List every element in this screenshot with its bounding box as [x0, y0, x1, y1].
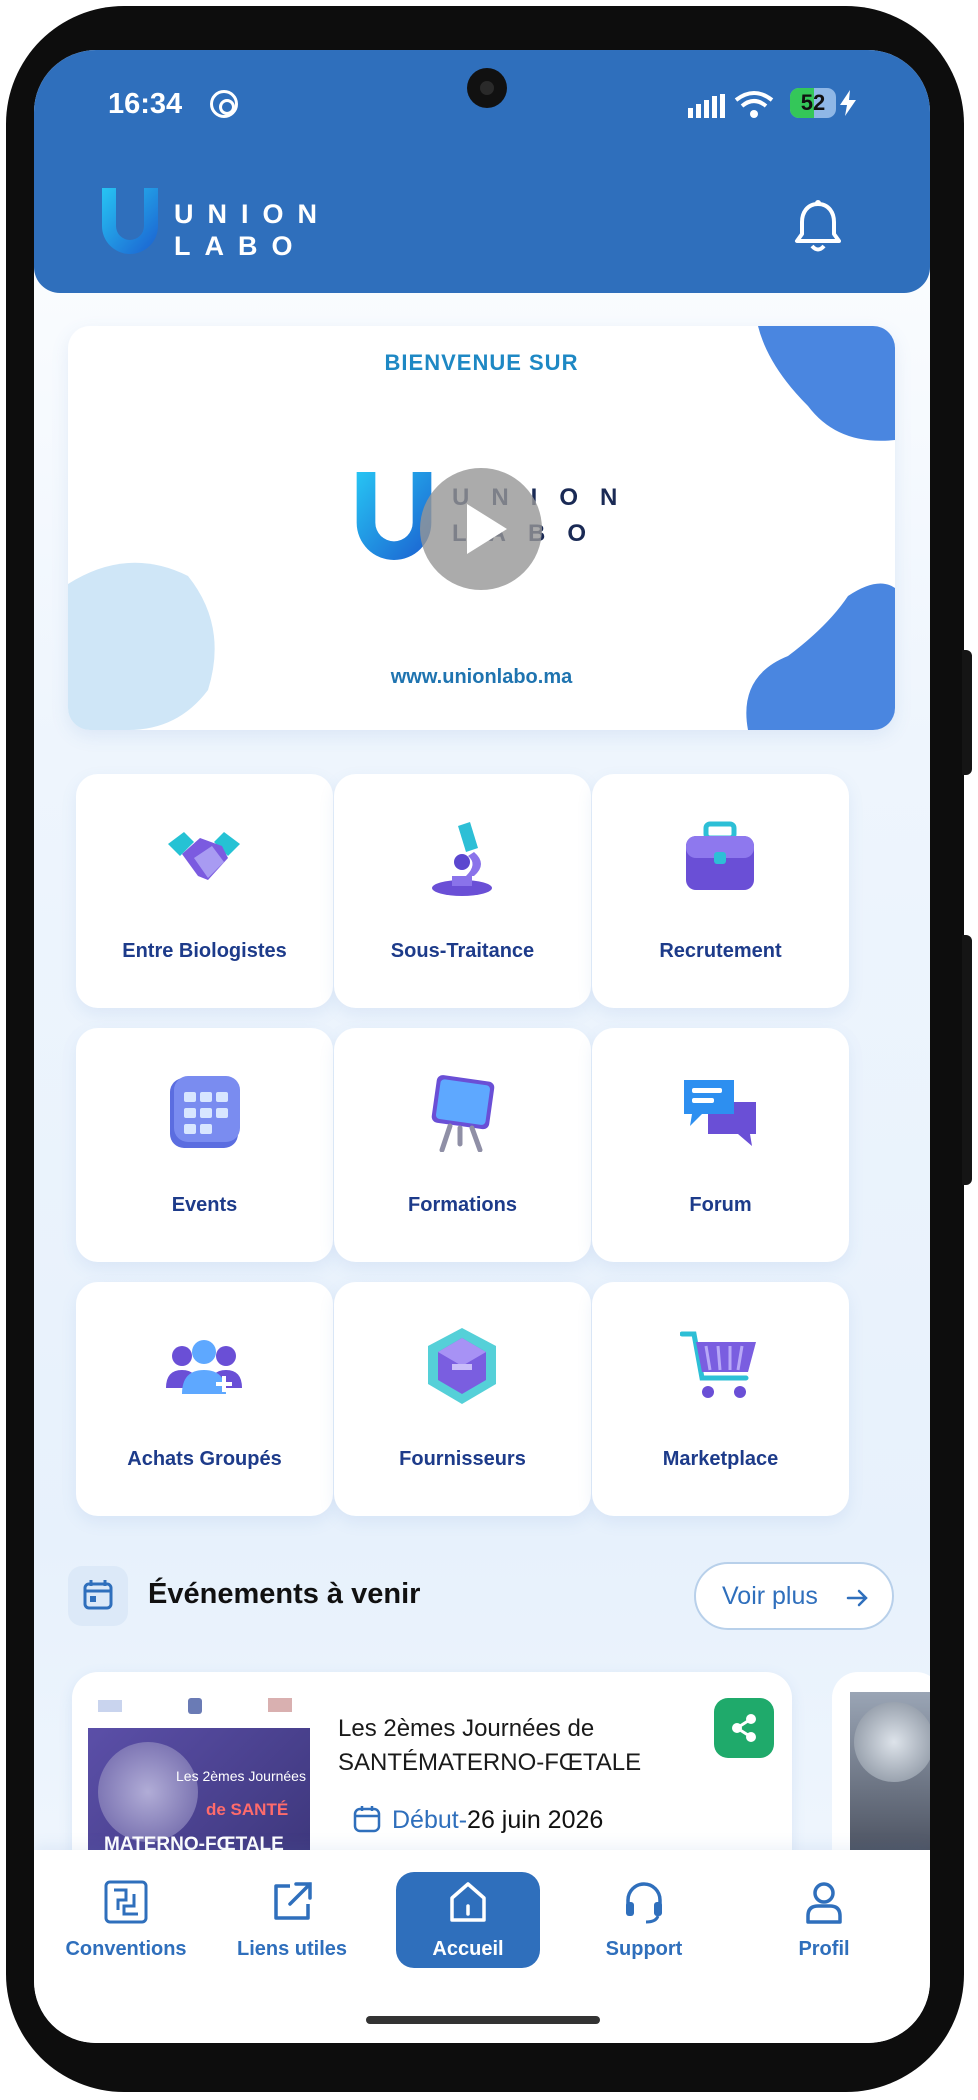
power-button: [962, 935, 972, 1185]
poster-cell-image-next: [854, 1702, 930, 1782]
signal-icon: [688, 94, 725, 118]
front-camera: [467, 68, 507, 108]
tile-achats-groupes[interactable]: Achats Groupés: [76, 1282, 333, 1516]
event-date-label: Début-: [392, 1806, 468, 1834]
conventions-icon: [104, 1880, 148, 1924]
nav-item-support[interactable]: Support: [564, 1872, 724, 1972]
poster-logos: [88, 1692, 310, 1728]
group-users-icon: [166, 1340, 242, 1394]
logo-line-2: LABO: [174, 231, 307, 261]
handshake-icon: [168, 832, 240, 880]
shopping-cart-icon: [680, 1331, 756, 1398]
home-icon: [450, 1882, 486, 1922]
calendar-icon: [170, 1076, 240, 1148]
bell-icon[interactable]: [794, 200, 842, 254]
poster-line-1: Les 2èmes Journées: [176, 1768, 306, 1784]
chat-bubbles-icon: [684, 1080, 756, 1146]
poster-line-2: de SANTÉ: [206, 1800, 289, 1819]
app-header: 16:34 52 UNION LABO: [34, 50, 930, 293]
nav-label: Liens utiles: [236, 1938, 348, 1960]
banner-url: www.unionlabo.ma: [390, 666, 573, 688]
headset-icon: [626, 1882, 662, 1924]
tile-formations[interactable]: Formations: [334, 1028, 591, 1262]
tile-label: Recrutement: [659, 940, 782, 962]
tile-label: Forum: [689, 1194, 752, 1216]
tile-fournisseurs[interactable]: Fournisseurs: [334, 1282, 591, 1516]
header-logo-text: UNION LABO: [174, 198, 331, 262]
play-icon[interactable]: [420, 468, 542, 590]
tile-label: Achats Groupés: [127, 1448, 282, 1470]
event-title: Les 2èmes Journées de SANTÉMATERNO-FŒTAL…: [338, 1715, 642, 1776]
bottom-navigation: Conventions Liens utiles Accueil Support…: [34, 1850, 930, 2043]
see-more-label: Voir plus: [722, 1582, 818, 1610]
nfc-icon: [210, 90, 238, 118]
tile-events[interactable]: Events: [76, 1028, 333, 1262]
nav-label: Accueil: [432, 1938, 504, 1960]
events-section-icon-box: [68, 1566, 128, 1626]
tile-marketplace[interactable]: Marketplace: [592, 1282, 849, 1516]
easel-board-icon: [431, 1075, 495, 1152]
events-section-title: Événements à venir: [148, 1578, 421, 1610]
share-button[interactable]: [714, 1698, 774, 1758]
calendar-small-icon: [83, 1580, 113, 1610]
logo-line-1: UNION: [174, 199, 331, 229]
briefcase-icon: [686, 821, 754, 890]
battery-indicator: 52: [790, 88, 836, 118]
union-labo-logo-icon: [102, 188, 158, 254]
welcome-video-banner[interactable]: BIENVENUE SUR UNION LABO www.unionlabo.m…: [68, 326, 895, 730]
charging-icon: [840, 90, 856, 116]
package-box-icon: [428, 1328, 496, 1404]
nav-label: Support: [605, 1938, 683, 1960]
status-time: 16:34: [108, 88, 183, 120]
share-icon: [732, 1714, 756, 1742]
external-link-icon: [274, 1882, 312, 1920]
battery-percent: 52: [800, 90, 826, 115]
tile-forum[interactable]: Forum: [592, 1028, 849, 1262]
event-date: Début-26 juin 2026: [392, 1806, 603, 1835]
banner-title: BIENVENUE SUR: [384, 350, 579, 375]
calendar-date-icon: [353, 1806, 381, 1833]
tile-label: Sous-Traitance: [390, 940, 535, 962]
tile-entre-biologistes[interactable]: Entre Biologistes: [76, 774, 333, 1008]
see-more-button[interactable]: Voir plus: [694, 1562, 894, 1630]
tile-label: Events: [171, 1194, 238, 1216]
nav-item-accueil[interactable]: Accueil: [388, 1872, 548, 1972]
nav-label: Profil: [798, 1938, 850, 1960]
arrow-right-icon: [846, 1589, 868, 1607]
nav-item-liens-utiles[interactable]: Liens utiles: [212, 1872, 372, 1972]
nav-item-profil[interactable]: Profil: [744, 1872, 904, 1972]
microscope-icon: [432, 822, 492, 896]
app-screen: 16:34 52 UNION LABO BIENVENUE SUR UNION …: [34, 50, 930, 2043]
home-indicator: [366, 2016, 600, 2024]
tile-label: Entre Biologistes: [122, 940, 287, 962]
tile-sous-traitance[interactable]: Sous-Traitance: [334, 774, 591, 1008]
volume-button: [962, 650, 972, 775]
tile-label: Fournisseurs: [399, 1448, 526, 1470]
tile-label: Formations: [408, 1194, 517, 1216]
tile-recrutement[interactable]: Recrutement: [592, 774, 849, 1008]
event-date-value: 26 juin 2026: [467, 1806, 604, 1834]
nav-item-conventions[interactable]: Conventions: [46, 1872, 206, 1972]
nav-label: Conventions: [65, 1938, 187, 1960]
tile-label: Marketplace: [662, 1448, 779, 1470]
poster-cell-image: [98, 1742, 198, 1842]
wifi-icon: [734, 91, 774, 118]
user-icon: [806, 1882, 842, 1924]
